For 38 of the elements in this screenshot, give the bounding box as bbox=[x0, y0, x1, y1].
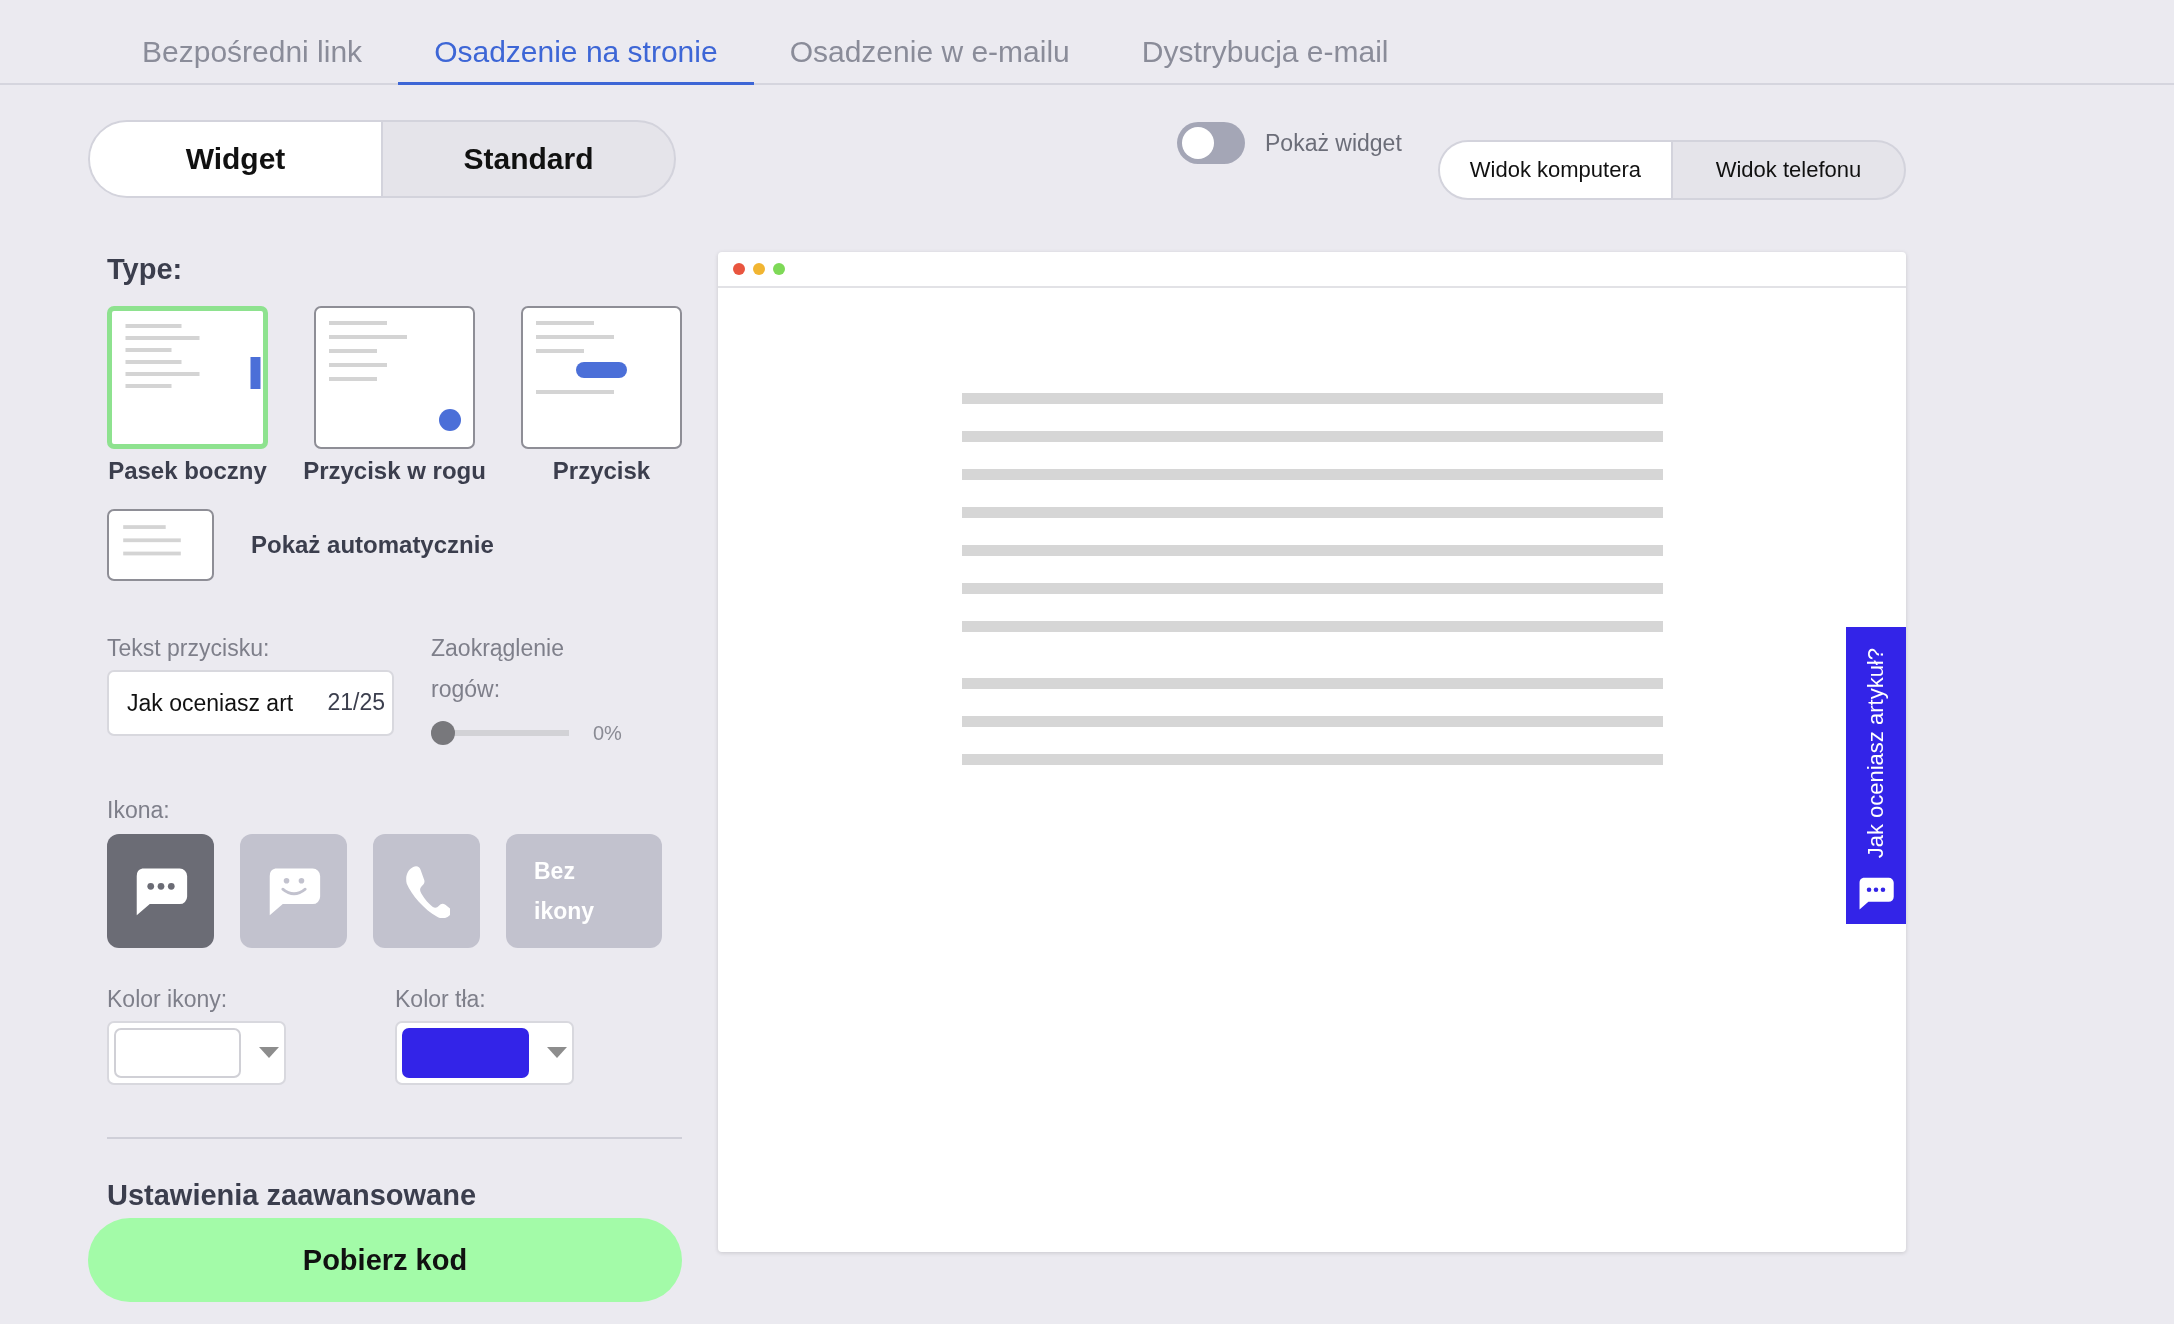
caret-icon bbox=[547, 1047, 567, 1059]
toggle-label: Pokaż widget bbox=[1265, 129, 1402, 157]
mode-tab[interactable]: Widget bbox=[90, 122, 381, 196]
option-label: Pasek boczny bbox=[108, 457, 267, 485]
option-label: Przycisk w rogu bbox=[303, 457, 486, 485]
color-picker[interactable] bbox=[107, 1021, 286, 1085]
slider-label: rogów: bbox=[431, 676, 502, 703]
option-label: Przycisk bbox=[552, 457, 651, 485]
toggle-switch[interactable] bbox=[1177, 122, 1245, 164]
layout-option-card[interactable] bbox=[314, 306, 475, 449]
layout-option-card[interactable] bbox=[107, 509, 214, 581]
window-dot-icon bbox=[773, 263, 785, 275]
window-dot-icon bbox=[733, 263, 745, 275]
chat-bubble-icon bbox=[1857, 876, 1895, 910]
color-picker[interactable] bbox=[395, 1021, 574, 1085]
section-label: Ikona: bbox=[107, 797, 171, 824]
phone-icon bbox=[403, 864, 450, 918]
view-tab[interactable]: Widok telefonu bbox=[1670, 142, 1904, 198]
view-tab[interactable]: Widok komputera bbox=[1439, 142, 1671, 198]
layout-option-card[interactable] bbox=[521, 306, 682, 449]
slider-thumb[interactable] bbox=[431, 721, 455, 745]
option-label: Pokaż automatycznie bbox=[251, 531, 494, 559]
tab[interactable]: Osadzenie na stronie bbox=[398, 0, 754, 85]
character-counter: 21/25 bbox=[327, 689, 385, 716]
field-label: Kolor ikony: bbox=[107, 986, 229, 1013]
get-code-button[interactable]: Pobierz kod bbox=[88, 1218, 682, 1302]
section-heading: Ustawienia zaawansowane bbox=[107, 1179, 478, 1212]
field-label: Tekst przycisku: bbox=[107, 635, 271, 662]
text-lines-drawing bbox=[123, 525, 181, 556]
mode-tab[interactable]: Standard bbox=[381, 122, 674, 196]
field-label: Kolor tła: bbox=[395, 986, 487, 1013]
section-heading: Type: bbox=[107, 253, 184, 286]
side-tab-label: Jak oceniasz artykuł? bbox=[1863, 647, 1889, 858]
window-dot-icon bbox=[753, 263, 765, 275]
caret-icon bbox=[259, 1047, 279, 1059]
slider-value: 0% bbox=[593, 721, 622, 745]
slider-label: Zaokrąglenie bbox=[431, 635, 565, 662]
icon-option[interactable] bbox=[107, 834, 214, 948]
